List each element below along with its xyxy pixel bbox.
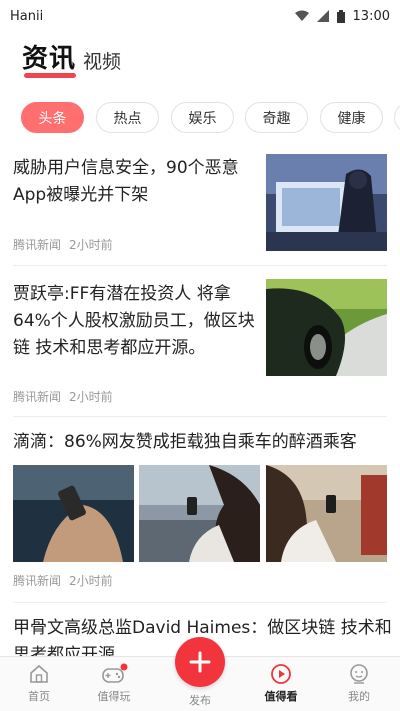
tab-news[interactable]: 资讯 — [22, 38, 76, 75]
news-item-thumbnail — [139, 465, 260, 562]
category-tab-headlines[interactable]: 头条 — [21, 102, 84, 133]
news-item-time: 2小时前 — [69, 574, 113, 588]
home-icon — [30, 664, 48, 683]
news-item-title: 滴滴：86%网友赞成拒载独自乘车的醉酒乘客 — [13, 432, 357, 452]
header: 资讯 视频 — [0, 32, 400, 90]
battery-icon — [336, 9, 345, 23]
news-item-title: 贾跃亭:FF有潜在投资人 将拿64%个人股权激励员工，做区块链 技术和思考都应开… — [13, 284, 255, 358]
news-item-time: 2小时前 — [69, 390, 113, 404]
tabbar-play-label: 值得玩 — [97, 690, 131, 703]
news-item[interactable]: 贾跃亭:FF有潜在投资人 将拿64%个人股权激励员工，做区块链 技术和思考都应开… — [0, 266, 400, 416]
publish-label: 发布 — [189, 694, 211, 707]
category-tab-entertainment[interactable]: 娱乐 — [171, 102, 234, 133]
news-item-thumbnail — [266, 154, 387, 251]
tabbar-home[interactable]: 首页 — [4, 663, 74, 704]
news-item[interactable]: 滴滴：86%网友赞成拒载独自乘车的醉酒乘客 腾讯新闻 2小时前 — [0, 417, 400, 589]
profile-icon — [350, 664, 368, 684]
news-item-source: 腾讯新闻 — [13, 390, 62, 404]
tabbar-play[interactable]: 值得玩 — [79, 663, 149, 704]
status-bar: Hanii 13:00 — [0, 0, 400, 32]
news-item-thumbnail — [266, 279, 387, 376]
bottom-tab-bar: 首页 值得玩 发布 值得看 我的 — [0, 637, 400, 711]
play-circle-icon — [271, 664, 291, 684]
clock: 13:00 — [352, 8, 390, 24]
news-item[interactable]: 威胁用户信息安全，90个恶意App被曝光并下架 腾讯新闻 2小时前 — [0, 140, 400, 265]
carrier-name: Hanii — [10, 8, 44, 24]
plus-icon — [189, 651, 211, 673]
tabbar-watch[interactable]: 值得看 — [246, 663, 316, 704]
category-tabs: 头条 热点 娱乐 奇趣 健康 — [0, 102, 400, 136]
news-item-source: 腾讯新闻 — [13, 238, 62, 252]
tab-video[interactable]: 视频 — [83, 47, 121, 74]
news-item-meta: 腾讯新闻 2小时前 — [13, 572, 113, 589]
active-tab-indicator — [24, 73, 76, 78]
news-item-meta: 腾讯新闻 2小时前 — [13, 388, 113, 405]
news-item-title: 威胁用户信息安全，90个恶意App被曝光并下架 — [13, 158, 239, 205]
tabbar-watch-label: 值得看 — [264, 690, 298, 703]
tabbar-mine-label: 我的 — [348, 690, 370, 703]
tabbar-mine[interactable]: 我的 — [324, 663, 394, 704]
signal-icon — [316, 10, 329, 22]
news-item-meta: 腾讯新闻 2小时前 — [13, 236, 113, 253]
category-tab-health[interactable]: 健康 — [320, 102, 383, 133]
publish-button[interactable] — [175, 637, 225, 687]
wifi-icon — [294, 10, 309, 21]
news-item-thumbnail — [13, 465, 134, 562]
news-item-source: 腾讯新闻 — [13, 574, 62, 588]
news-item-time: 2小时前 — [69, 238, 113, 252]
gamepad-icon — [102, 663, 128, 683]
category-tab-fun[interactable]: 奇趣 — [245, 102, 308, 133]
news-item-thumbnail — [266, 465, 387, 562]
category-tab-hot[interactable]: 热点 — [96, 102, 159, 133]
category-tab-more[interactable] — [394, 102, 400, 133]
news-feed: 威胁用户信息安全，90个恶意App被曝光并下架 腾讯新闻 2小时前 贾跃亭:FF有… — [0, 140, 400, 656]
tabbar-home-label: 首页 — [28, 690, 50, 703]
